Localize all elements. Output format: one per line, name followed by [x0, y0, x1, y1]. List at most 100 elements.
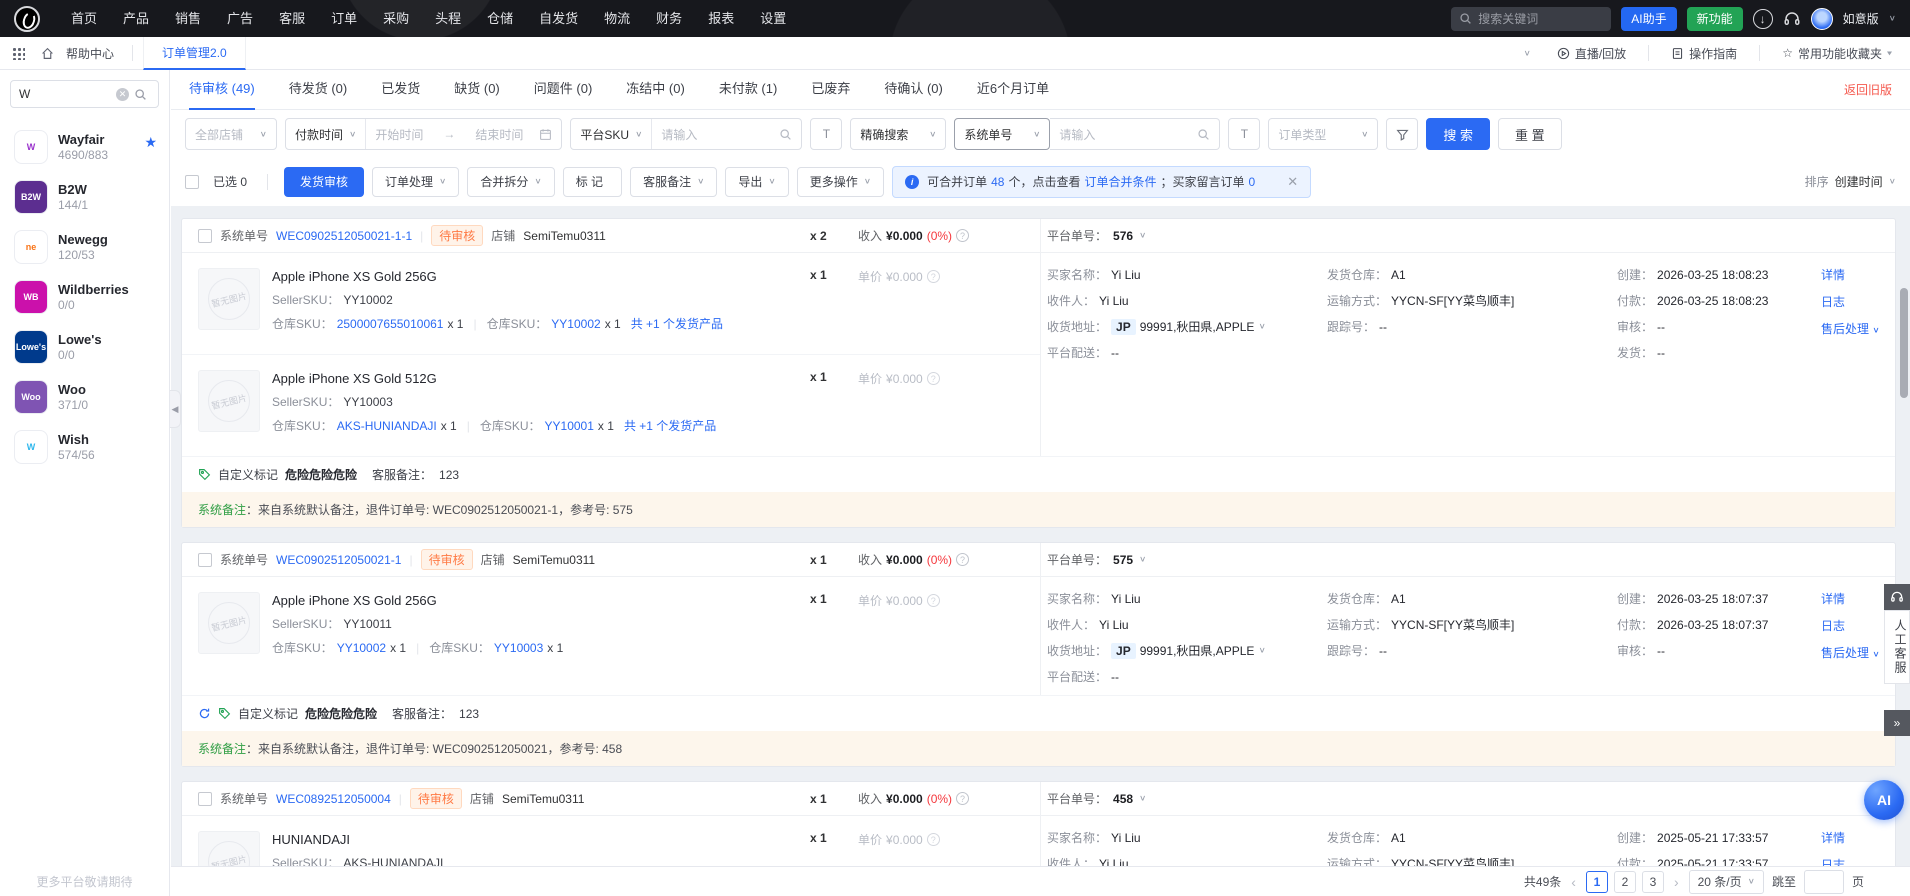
reset-button[interactable]: 重 置	[1498, 118, 1562, 150]
download-icon[interactable]: ↓	[1753, 9, 1773, 29]
customer-service-button[interactable]	[1884, 584, 1910, 610]
global-search[interactable]	[1451, 7, 1611, 31]
sidebar-collapse-handle[interactable]: ◀	[170, 390, 181, 428]
platform-order-no[interactable]: 平台单号：458∨	[1041, 782, 1895, 816]
close-icon[interactable]: ✕	[1287, 174, 1298, 190]
top-nav-item[interactable]: 自发货	[526, 0, 591, 37]
chevron-down-icon[interactable]: ∨	[1889, 14, 1896, 23]
order-status-tab[interactable]: 已废弃	[811, 70, 850, 110]
top-nav-item[interactable]: 报表	[695, 0, 747, 37]
platform-order-no[interactable]: 平台单号：576∨	[1041, 219, 1895, 253]
question-icon[interactable]: ?	[927, 833, 940, 846]
log-link[interactable]: 日志	[1821, 617, 1880, 634]
toolbar-dropdown-button[interactable]: 更多操作∨	[797, 167, 884, 197]
toolbar-dropdown-button[interactable]: 标 记	[563, 167, 622, 197]
order-checkbox[interactable]	[198, 792, 212, 806]
aftersale-link[interactable]: 售后处理 ∨	[1821, 644, 1880, 661]
more-ship-products-link[interactable]: 共 +1 个发货产品	[631, 315, 723, 332]
ai-fab-button[interactable]: AI	[1864, 780, 1904, 820]
platform-list-item[interactable]: ne Newegg 120/53 ★	[0, 222, 169, 272]
question-icon[interactable]: ?	[927, 372, 940, 385]
new-feature-button[interactable]: 新功能	[1687, 7, 1743, 31]
back-to-old-link[interactable]: 返回旧版	[1844, 81, 1892, 98]
expand-panel-button[interactable]: »	[1884, 710, 1910, 736]
warehouse-sku-link[interactable]: YY10002	[337, 641, 386, 655]
select-all-checkbox[interactable]	[185, 175, 199, 189]
page-number[interactable]: 3	[1642, 871, 1664, 893]
top-nav-item[interactable]: 订单	[318, 0, 370, 37]
warehouse-sku-link[interactable]: YY10003	[494, 641, 543, 655]
more-ship-products-link[interactable]: 共 +1 个发货产品	[624, 417, 716, 434]
headset-icon[interactable]	[1783, 10, 1801, 28]
order-number-link[interactable]: WEC0902512050021-1	[276, 553, 401, 567]
apps-grid-icon[interactable]	[12, 47, 25, 60]
platform-list-item[interactable]: WB Wildberries 0/0 ★	[0, 272, 169, 322]
toolbar-dropdown-button[interactable]: 导出∨	[725, 167, 788, 197]
guide-link[interactable]: 操作指南	[1663, 45, 1745, 62]
platform-list-item[interactable]: Woo Woo 371/0 ★	[0, 372, 169, 422]
refresh-icon[interactable]	[198, 707, 211, 720]
merge-condition-link[interactable]: 订单合并条件	[1084, 173, 1156, 190]
address-row[interactable]: 收货地址：JP99991,秋田県,APPLE∨	[1047, 642, 1327, 659]
top-nav-item[interactable]: 销售	[162, 0, 214, 37]
match-mode-select[interactable]: 精确搜索∨	[850, 118, 946, 150]
question-icon[interactable]: ?	[927, 594, 940, 607]
ai-assistant-button[interactable]: AI助手	[1621, 7, 1676, 31]
sku-type-select[interactable]: 平台SKU∨	[571, 119, 651, 149]
top-nav-item[interactable]: 首页	[58, 0, 110, 37]
edition-label[interactable]: 如意版	[1843, 10, 1879, 27]
order-checkbox[interactable]	[198, 229, 212, 243]
warehouse-sku-link[interactable]: 2500007655010061	[337, 317, 444, 331]
order-status-tab[interactable]: 待审核 (49)	[189, 70, 255, 110]
platform-list-item[interactable]: W Wayfair 4690/883 ★	[0, 122, 169, 172]
question-icon[interactable]: ?	[956, 792, 969, 805]
home-icon[interactable]	[41, 47, 54, 60]
sort-control[interactable]: 排序 创建时间 ∨	[1805, 173, 1896, 190]
order-status-tab[interactable]: 问题件 (0)	[534, 70, 593, 110]
tag-icon[interactable]	[218, 707, 231, 720]
platform-search-input[interactable]	[19, 87, 111, 101]
live-replay-link[interactable]: 直播/回放	[1549, 45, 1634, 62]
active-page-tab[interactable]: 订单管理2.0	[143, 37, 246, 70]
global-search-input[interactable]	[1478, 12, 1598, 26]
prev-page-icon[interactable]: ‹	[1569, 874, 1578, 890]
top-nav-item[interactable]: 产品	[110, 0, 162, 37]
batch-input-button[interactable]: T	[1228, 118, 1260, 150]
platform-search[interactable]: ✕	[10, 80, 159, 108]
tag-icon[interactable]	[198, 468, 211, 481]
top-nav-item[interactable]: 财务	[643, 0, 695, 37]
vertical-scrollbar[interactable]	[1900, 288, 1908, 398]
platform-order-no[interactable]: 平台单号：575∨	[1041, 543, 1895, 577]
tabs-collapse-icon[interactable]: ∨	[1524, 49, 1531, 58]
order-status-tab[interactable]: 待确认 (0)	[884, 70, 943, 110]
toolbar-dropdown-button[interactable]: 订单处理∨	[372, 167, 459, 197]
sku-input[interactable]: 请输入	[651, 119, 801, 149]
page-size-select[interactable]: 20 条/页∨	[1689, 870, 1764, 894]
detail-link[interactable]: 详情	[1821, 829, 1845, 846]
order-checkbox[interactable]	[198, 553, 212, 567]
order-status-tab[interactable]: 冻结中 (0)	[626, 70, 685, 110]
log-link[interactable]: 日志	[1821, 856, 1845, 866]
order-status-tab[interactable]: 近6个月订单	[977, 70, 1049, 110]
warehouse-sku-link[interactable]: YY10001	[545, 419, 594, 433]
next-page-icon[interactable]: ›	[1672, 874, 1681, 890]
batch-input-button[interactable]: T	[810, 118, 842, 150]
platform-list-item[interactable]: W Wish 574/56 ★	[0, 422, 169, 472]
clear-icon[interactable]: ✕	[116, 88, 129, 101]
top-nav-item[interactable]: 客服	[266, 0, 318, 37]
jump-page-input[interactable]	[1804, 870, 1844, 894]
ship-audit-button[interactable]: 发货审核	[284, 167, 364, 197]
platform-list-item[interactable]: B2W B2W 144/1 ★	[0, 172, 169, 222]
human-service-tab[interactable]: 人工客服	[1884, 610, 1910, 684]
top-nav-item[interactable]: 头程	[422, 0, 474, 37]
shop-select[interactable]: 全部店铺∨	[185, 118, 277, 150]
order-status-tab[interactable]: 已发货	[381, 70, 420, 110]
warehouse-sku-link[interactable]: YY10002	[551, 317, 600, 331]
warehouse-sku-link[interactable]: AKS-HUNIANDAJI	[337, 419, 437, 433]
order-no-type-select[interactable]: 系统单号∨	[954, 118, 1050, 150]
favorites-link[interactable]: ☆ 常用功能收藏夹 ▾	[1774, 45, 1900, 62]
platform-list-item[interactable]: Lowe's Lowe's 0/0 ★	[0, 322, 169, 372]
date-range-picker[interactable]: 开始时间 → 结束时间	[365, 119, 561, 149]
time-type-select[interactable]: 付款时间∨	[286, 119, 365, 149]
order-number-link[interactable]: WEC0902512050021-1-1	[276, 229, 412, 243]
